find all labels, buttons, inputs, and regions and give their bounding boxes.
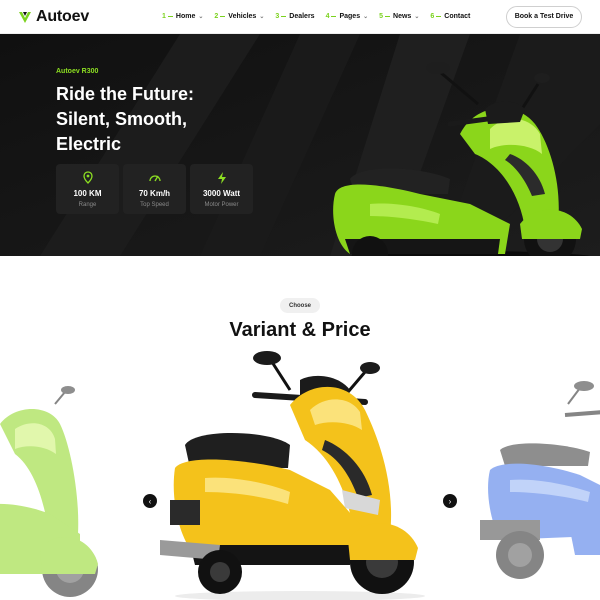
- lightning-icon: [217, 171, 226, 184]
- nav-item-label: Contact: [444, 13, 471, 20]
- stat-value: 3000 Watt: [202, 188, 241, 198]
- nav-item-dealers[interactable]: 3 Dealers: [275, 13, 314, 20]
- scooter-variant-yellow[interactable]: [150, 350, 440, 600]
- nav-item-label: Home: [175, 13, 196, 20]
- brand-name: Autoev: [36, 7, 90, 25]
- hero-eyebrow: Autoev R300: [56, 68, 99, 75]
- nav-item-label: Dealers: [289, 13, 315, 20]
- brand-logo[interactable]: Autoev: [18, 8, 138, 26]
- chevron-down-icon: ⌄: [259, 14, 265, 20]
- stat-top-speed: 70 Km/h Top Speed: [123, 164, 186, 214]
- stat-motor-power: 3000 Watt Motor Power: [190, 164, 253, 214]
- book-test-drive-button[interactable]: Book a Test Drive: [506, 5, 582, 28]
- hero-stats: 100 KM Range 70 Km/h Top Speed 3000 Watt…: [56, 164, 253, 214]
- nav-item-news[interactable]: 5 News ⌄: [379, 13, 419, 20]
- hero-title-line: Electric: [56, 134, 122, 154]
- section-title: Variant & Price: [229, 319, 371, 341]
- stat-label: Range: [78, 201, 97, 208]
- logo-icon: [19, 11, 31, 23]
- nav-item-pages[interactable]: 4 Pages ⌄: [326, 13, 369, 20]
- main-nav: 1 Home ⌄ 2 Vehicles ⌄ 3 Dealers 4 Pages …: [162, 13, 506, 20]
- chevron-left-icon: ‹: [148, 496, 152, 506]
- variant-section: Choose Variant & Price ‹ ›: [0, 256, 600, 600]
- chevron-down-icon: ⌄: [363, 14, 369, 20]
- map-pin-icon: [82, 170, 93, 184]
- scooter-variant-blue[interactable]: [480, 380, 600, 596]
- speedometer-icon: [148, 174, 161, 181]
- stat-label: Top Speed: [140, 201, 169, 208]
- chevron-down-icon: ⌄: [414, 14, 420, 20]
- hero-section: Autoev R300 Ride the Future: Silent, Smo…: [0, 34, 600, 256]
- carousel-next-button[interactable]: ›: [443, 494, 457, 508]
- chevron-down-icon: ⌄: [198, 14, 204, 20]
- scooter-variant-green[interactable]: [0, 384, 120, 600]
- hero-title-line: Silent, Smooth,: [56, 109, 188, 129]
- nav-item-home[interactable]: 1 Home ⌄: [162, 13, 203, 20]
- nav-item-vehicles[interactable]: 2 Vehicles ⌄: [214, 13, 264, 20]
- nav-item-label: Pages: [339, 13, 361, 20]
- hero-title-line: Ride the Future:: [56, 84, 194, 104]
- stat-value: 100 KM: [73, 188, 102, 198]
- stat-label: Motor Power: [204, 201, 239, 208]
- chevron-right-icon: ›: [448, 496, 452, 506]
- site-header: Autoev 1 Home ⌄ 2 Vehicles ⌄ 3 Dealers 4…: [0, 0, 600, 34]
- carousel-prev-button[interactable]: ‹: [143, 494, 157, 508]
- nav-item-label: Vehicles: [228, 13, 257, 20]
- hero-copy: Autoev R300 Ride the Future: Silent, Smo…: [56, 68, 236, 157]
- stat-value: 70 Km/h: [138, 188, 171, 198]
- section-eyebrow-pill: Choose: [280, 298, 320, 313]
- nav-item-contact[interactable]: 6 Contact: [430, 13, 470, 20]
- nav-item-label: News: [393, 13, 412, 20]
- stat-range: 100 KM Range: [56, 164, 119, 214]
- hero-title: Ride the Future: Silent, Smooth, Electri…: [56, 82, 236, 157]
- hero-scooter-image: [333, 62, 591, 256]
